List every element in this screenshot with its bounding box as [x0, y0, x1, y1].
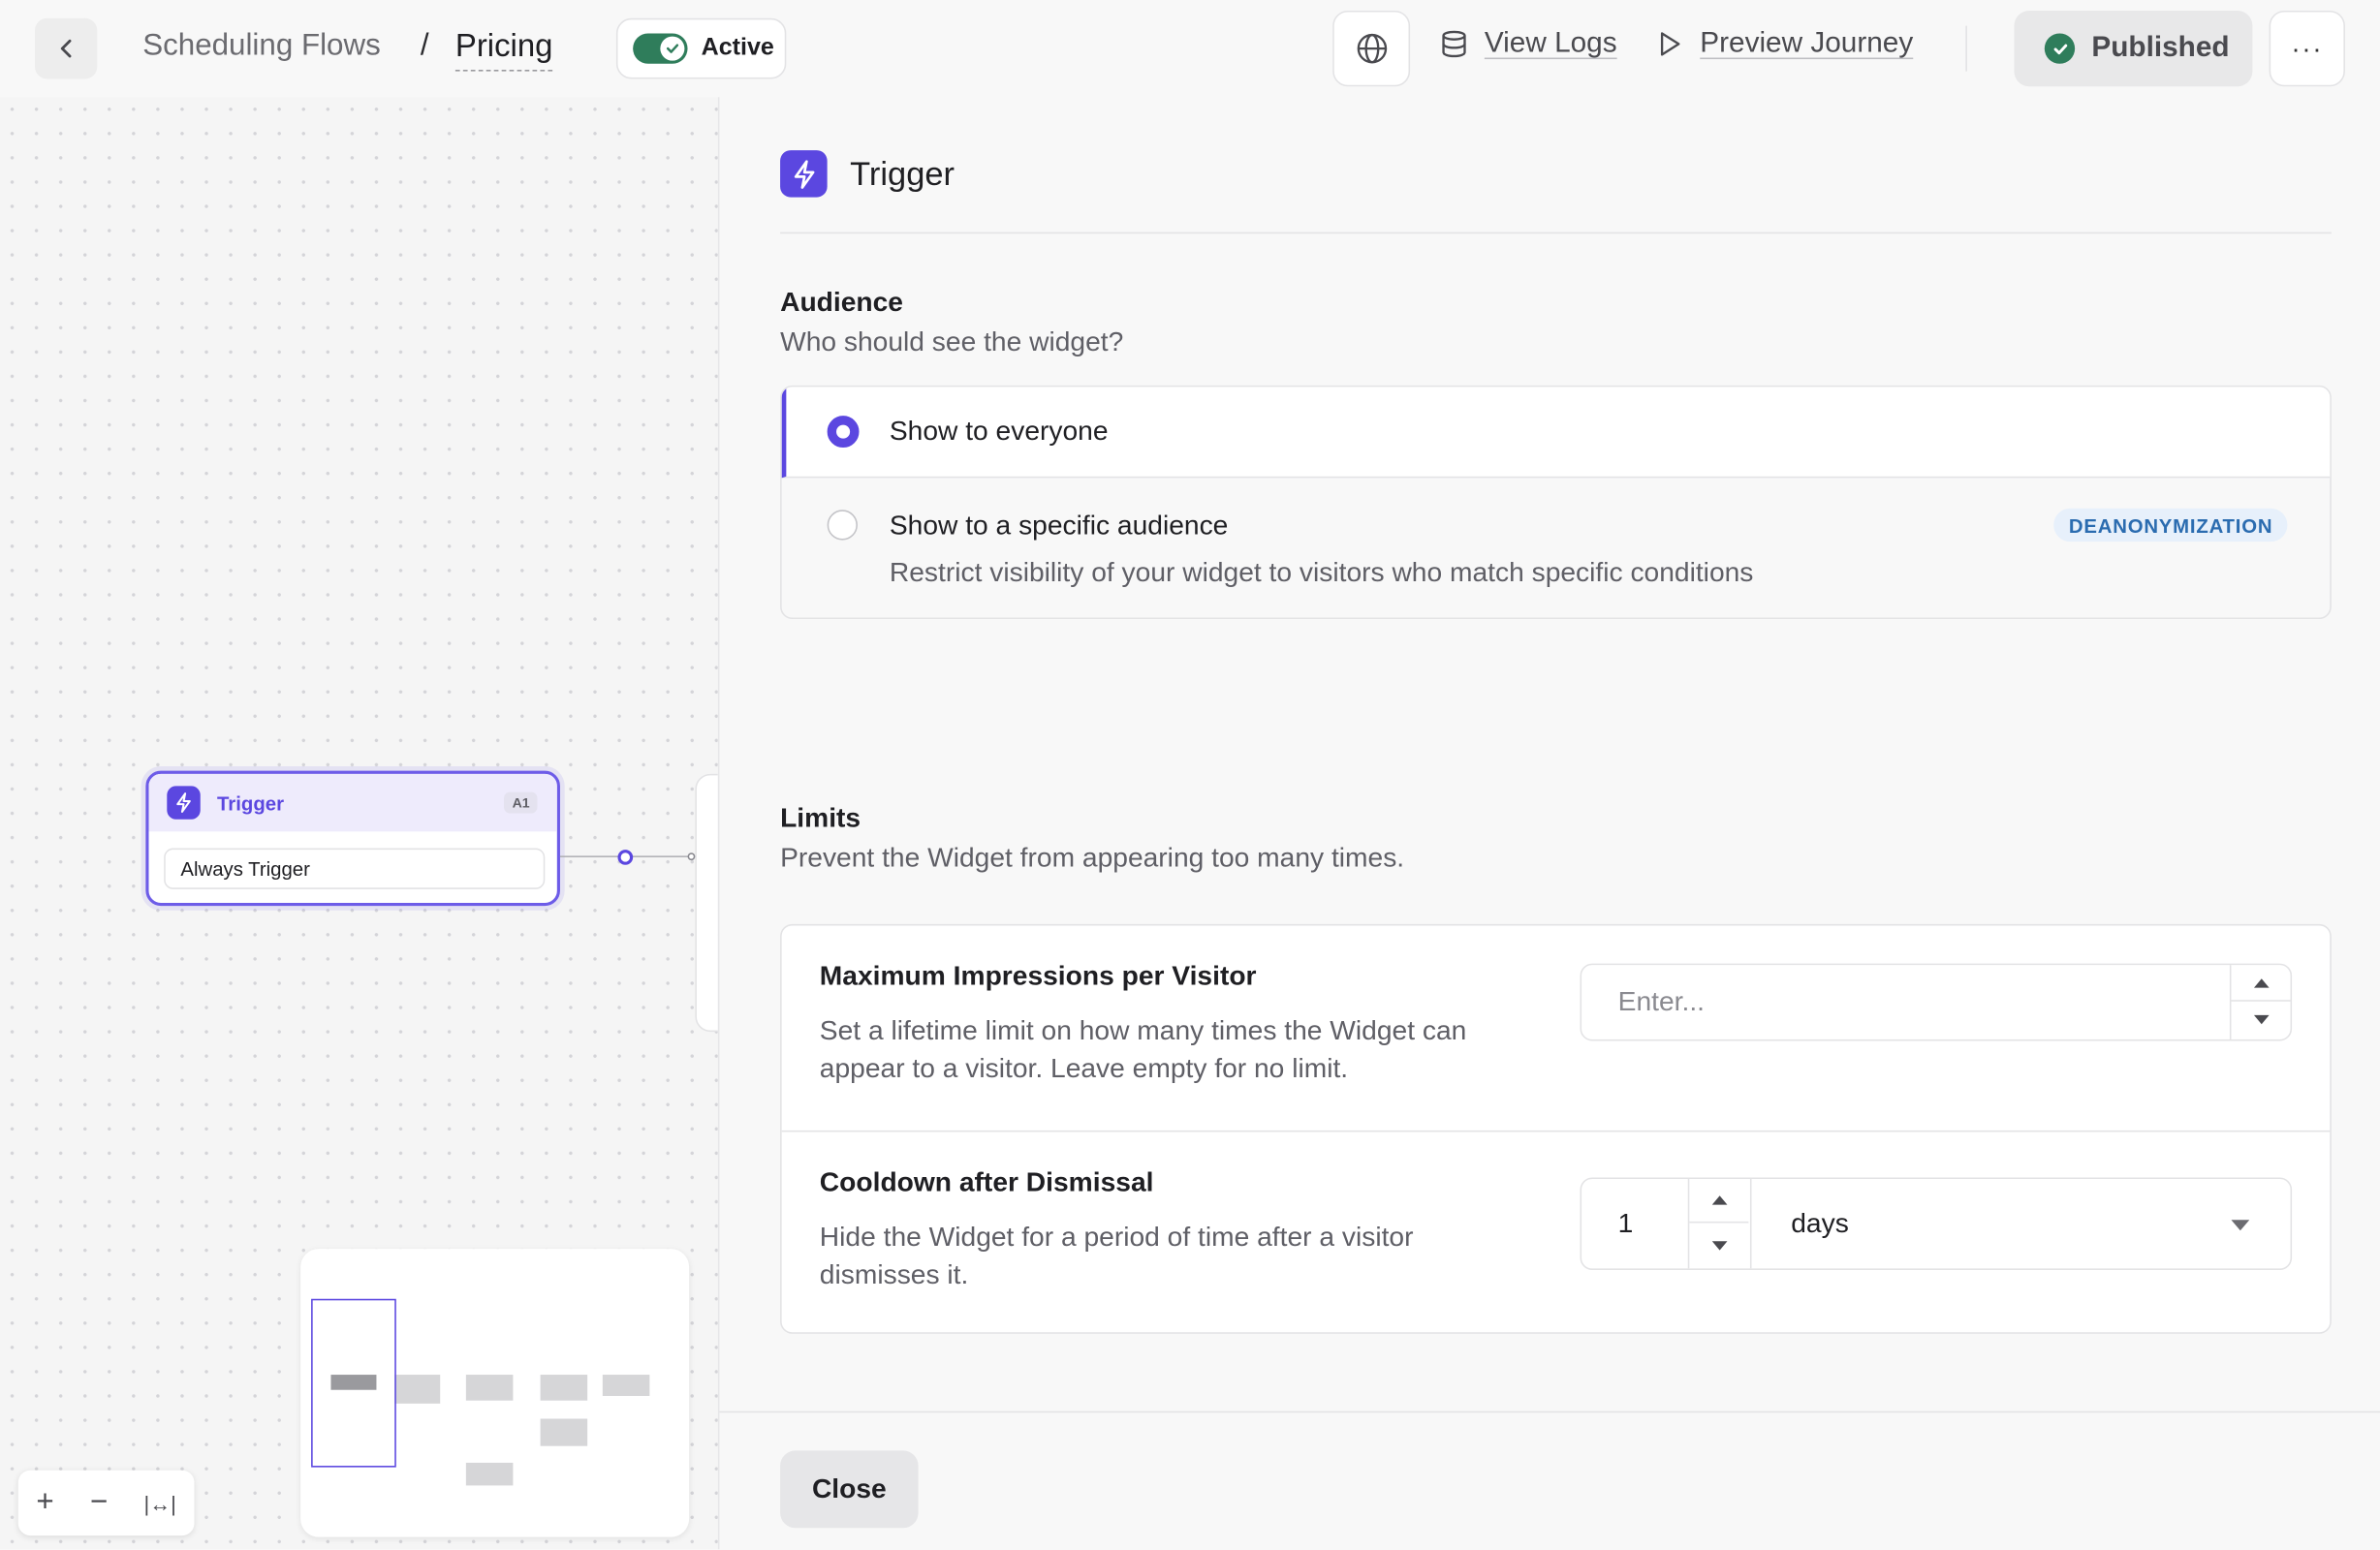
trigger-node-body[interactable]: Always Trigger: [164, 848, 546, 889]
preview-journey-link[interactable]: Preview Journey: [1654, 27, 1913, 60]
play-icon: [1660, 32, 1680, 56]
trigger-node-header: Trigger: [148, 773, 557, 832]
cooldown-control: 1 days: [1580, 1177, 2293, 1270]
cooldown-stepper: [1687, 1179, 1752, 1269]
active-label: Active: [701, 35, 774, 61]
fit-view-button[interactable]: |↔|: [144, 1491, 176, 1515]
minimap-node: [394, 1375, 441, 1404]
trigger-settings-panel: Trigger Audience Who should see the widg…: [717, 97, 2380, 1550]
database-icon: [1442, 30, 1466, 58]
max-impressions-description: Set a lifetime limit on how many times t…: [819, 1014, 1467, 1084]
increment-button[interactable]: [1689, 1179, 1749, 1224]
caret-down-icon: [2253, 1014, 2269, 1025]
header-divider: [1965, 25, 1967, 72]
back-button[interactable]: [35, 17, 98, 79]
max-impressions-title: Maximum Impressions per Visitor: [819, 960, 1257, 991]
decrement-button[interactable]: [1689, 1223, 1748, 1268]
option-label: Show to a specific audience: [889, 510, 1229, 541]
option-description: Restrict visibility of your widget to vi…: [889, 556, 1754, 588]
lightning-icon: [167, 786, 201, 820]
zoom-in-button[interactable]: +: [36, 1485, 53, 1520]
audience-options: Show to everyone Show to a specific audi…: [780, 385, 2332, 620]
active-toggle[interactable]: Active: [615, 17, 787, 79]
breadcrumb-current[interactable]: Pricing: [454, 29, 553, 72]
decrement-button[interactable]: [2231, 1002, 2290, 1038]
top-bar: Scheduling Flows / Pricing Active View L…: [0, 0, 2380, 97]
limits-title: Limits: [780, 802, 861, 833]
max-impressions-stepper: [2229, 965, 2291, 1039]
zoom-controls: + − |↔|: [17, 1470, 195, 1536]
panel-title: Trigger: [850, 153, 955, 193]
cooldown-description: Hide the Widget for a period of time aft…: [819, 1221, 1414, 1290]
check-icon: [666, 44, 679, 53]
check-circle-icon: [2044, 33, 2076, 64]
chevron-down-icon: [2231, 1220, 2250, 1231]
cooldown-unit-select[interactable]: days: [1752, 1179, 2291, 1268]
published-label: Published: [2091, 31, 2230, 64]
published-button[interactable]: Published: [2014, 10, 2253, 87]
view-logs-label: View Logs: [1484, 27, 1617, 60]
caret-up-icon: [2253, 977, 2269, 987]
radio-selected[interactable]: [827, 416, 860, 449]
lightning-icon: [780, 150, 828, 198]
view-logs-link[interactable]: View Logs: [1439, 27, 1617, 60]
footer-divider: [719, 1410, 2380, 1413]
radio-unselected[interactable]: [827, 510, 858, 541]
flow-canvas[interactable]: Trigger A1 Always Trigger + − |↔|: [0, 97, 718, 1550]
node-id-badge: A1: [504, 791, 538, 814]
limits-card: Maximum Impressions per Visitor Set a li…: [780, 923, 2332, 1334]
zoom-out-button[interactable]: −: [90, 1485, 108, 1520]
limits-row-divider: [781, 1130, 2331, 1132]
audience-subtitle: Who should see the widget?: [780, 326, 1124, 357]
next-node[interactable]: [695, 773, 718, 1033]
globe-button[interactable]: [1332, 10, 1411, 87]
trigger-node-title: Trigger: [216, 790, 285, 815]
toggle-switch[interactable]: [633, 33, 688, 64]
cooldown-unit-value: days: [1791, 1207, 1849, 1239]
toggle-knob: [660, 36, 685, 61]
audience-title: Audience: [780, 287, 903, 318]
panel-divider: [780, 232, 2332, 234]
minimap[interactable]: [300, 1249, 690, 1537]
deanonymization-badge: DEANONYMIZATION: [2053, 508, 2289, 542]
minimap-node: [602, 1375, 650, 1396]
more-options-button[interactable]: ···: [2269, 10, 2345, 87]
option-label: Show to everyone: [889, 416, 1109, 447]
option-specific-audience[interactable]: Show to a specific audience DEANONYMIZAT…: [782, 480, 2331, 618]
limits-subtitle: Prevent the Widget from appearing too ma…: [780, 842, 1405, 873]
increment-button[interactable]: [2231, 965, 2291, 1002]
caret-down-icon: [1711, 1241, 1727, 1251]
trigger-node[interactable]: Trigger A1 Always Trigger: [145, 770, 560, 907]
panel-header: Trigger: [780, 150, 955, 198]
edge-end-handle[interactable]: [687, 852, 696, 861]
option-show-everyone[interactable]: Show to everyone: [781, 387, 2331, 479]
cooldown-title: Cooldown after Dismissal: [819, 1166, 1154, 1197]
max-impressions-placeholder: Enter...: [1617, 986, 1706, 1017]
caret-up-icon: [1711, 1195, 1727, 1205]
minimap-node: [465, 1462, 514, 1486]
breadcrumb-parent[interactable]: Scheduling Flows: [142, 29, 381, 64]
close-button[interactable]: Close: [780, 1450, 919, 1529]
minimap-node: [540, 1375, 588, 1401]
chevron-left-icon: [60, 39, 71, 58]
cooldown-value-input[interactable]: 1: [1618, 1208, 1634, 1240]
breadcrumb-separator: /: [420, 28, 429, 63]
max-impressions-input[interactable]: Enter...: [1580, 963, 2293, 1041]
minimap-node: [465, 1375, 514, 1401]
preview-journey-label: Preview Journey: [1700, 27, 1914, 60]
edge-handle[interactable]: [617, 850, 634, 865]
minimap-viewport[interactable]: [311, 1298, 396, 1468]
minimap-node: [540, 1418, 588, 1446]
globe-icon: [1356, 33, 1387, 64]
